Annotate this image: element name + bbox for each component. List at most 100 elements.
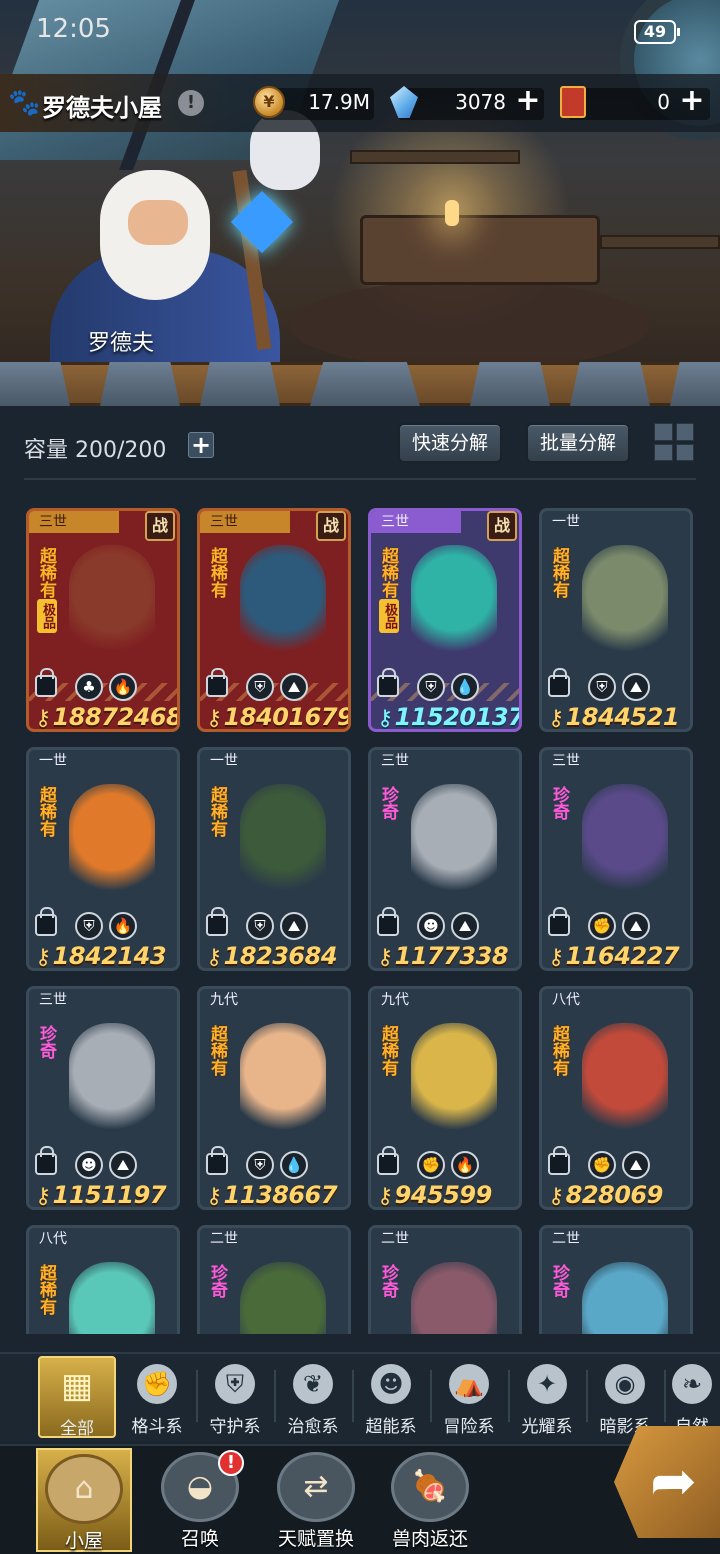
alien-icon: ☻ (371, 1364, 411, 1404)
tab-shadow[interactable]: ◉ 暗影系 (586, 1356, 664, 1438)
monster-card[interactable]: 三世 珍奇 ✊ ⛰ ⚷1164227 (539, 747, 693, 971)
tab-guardian[interactable]: ⛨ 守护系 (196, 1356, 274, 1438)
rarity-label: 超稀有 (378, 1025, 398, 1076)
swap-icon: ⇄ (277, 1452, 355, 1522)
nav-label: 兽肉返还 (391, 1528, 468, 1550)
grid-view-icon[interactable] (654, 423, 694, 461)
key-icon: ⚷ (377, 706, 393, 731)
lock-icon[interactable] (377, 907, 399, 936)
generation-badge: 二世 (210, 1231, 238, 1247)
class-icon: ⛨ (588, 673, 616, 701)
power-number: 828069 (565, 1181, 664, 1209)
monster-card[interactable]: 三世战超稀有 极品 ♣ 🔥 ⚷18872468 (26, 508, 180, 732)
monster-portrait (411, 545, 497, 665)
npc-name: 罗德夫 (88, 331, 155, 356)
power-value: ⚷1177338 (377, 942, 509, 970)
monster-card[interactable]: 八代 超稀有 ✊ ⛰ ⚷828069 (539, 986, 693, 1210)
monster-card[interactable]: 三世 珍奇 ☻ ⛰ ⚷1177338 (368, 747, 522, 971)
monster-card[interactable]: 三世 珍奇 ☻ ⛰ ⚷1151197 (26, 986, 180, 1210)
nav-talent-swap[interactable]: ⇄ 天赋置换 (268, 1448, 364, 1552)
monster-card[interactable]: 九代 超稀有 ✊ 🔥 ⚷945599 (368, 986, 522, 1210)
monster-card[interactable]: 二世 珍奇 (539, 1225, 693, 1334)
add-crystal-button[interactable]: + (514, 86, 542, 116)
monster-card[interactable]: 一世 超稀有 ⛨ 🔥 ⚷1842143 (26, 747, 180, 971)
lock-icon[interactable] (206, 1146, 228, 1175)
lock-icon[interactable] (206, 907, 228, 936)
element-icon: 💧 (280, 1151, 308, 1179)
element-icon: 🔥 (109, 673, 137, 701)
shelf-illustration (600, 235, 720, 249)
generation-badge: 八代 (39, 1231, 67, 1247)
rarity-label: 超稀有 (207, 547, 227, 598)
monster-card[interactable]: 八代 超稀有 (26, 1225, 180, 1334)
lock-icon[interactable] (548, 1146, 570, 1175)
monster-card[interactable]: 二世 珍奇 (197, 1225, 351, 1334)
key-icon: ⚷ (548, 706, 564, 731)
lock-icon[interactable] (35, 907, 57, 936)
monster-card[interactable]: 三世战超稀有 极品 ⛨ 💧 ⚷11520137 (368, 508, 522, 732)
power-value: ⚷1823684 (206, 942, 338, 968)
lock-icon[interactable] (35, 1146, 57, 1175)
tab-fighting[interactable]: ✊ 格斗系 (118, 1356, 196, 1438)
monster-portrait (411, 1023, 497, 1143)
rarity-label: 超稀有 (207, 1025, 227, 1076)
key-icon: ⚷ (548, 945, 564, 970)
power-number: 1151197 (52, 1181, 167, 1209)
lock-icon[interactable] (206, 668, 228, 697)
coin-icon: ¥ (253, 86, 285, 118)
monster-card[interactable]: 二世 珍奇 (368, 1225, 522, 1334)
tab-label: 守护系 (209, 1417, 261, 1437)
monster-card[interactable]: 三世战超稀有 ⛨ ⛰ ⚷18401679 (197, 508, 351, 732)
monster-card[interactable]: 一世 超稀有 ⛨ ⛰ ⚷1844521 (539, 508, 693, 732)
monster-card[interactable]: 一世 超稀有 ⛨ ⛰ ⚷1823684 (197, 747, 351, 971)
class-icon: ⛨ (417, 673, 445, 701)
status-time: 12:05 (36, 14, 111, 44)
tab-nature[interactable]: ❧ 自然 (664, 1356, 720, 1438)
tab-radiant[interactable]: ✦ 光耀系 (508, 1356, 586, 1438)
tab-psychic[interactable]: ☻ 超能系 (352, 1356, 430, 1438)
power-value: ⚷828069 (548, 1181, 664, 1209)
tab-adventure[interactable]: ⛺ 冒险系 (430, 1356, 508, 1438)
candle-illustration (445, 200, 459, 226)
element-icon: ⛰ (622, 673, 650, 701)
monster-portrait (240, 1023, 326, 1143)
monster-portrait (69, 1023, 155, 1143)
element-icon: 💧 (451, 673, 479, 701)
all-icon: ▦ (60, 1366, 94, 1406)
coin-amount: 17.9M (308, 90, 370, 114)
adventure-icon: ⛺ (449, 1364, 489, 1404)
generation-badge: 二世 (381, 1231, 409, 1247)
power-value: ⚷1842143 (35, 942, 167, 968)
generation-badge: 一世 (39, 753, 67, 769)
nav-cabin[interactable]: ⌂ 小屋 (36, 1448, 132, 1552)
tab-label: 全部 (60, 1419, 94, 1439)
add-ticket-button[interactable]: + (678, 86, 706, 116)
lock-icon[interactable] (377, 668, 399, 697)
shelf-illustration (350, 150, 520, 164)
lock-icon[interactable] (35, 668, 57, 697)
nav-label: 天赋置换 (277, 1528, 354, 1550)
power-number: 945599 (394, 1181, 493, 1209)
batch-decompose-button[interactable]: 批量分解 (526, 423, 631, 463)
key-icon: ⚷ (377, 945, 393, 970)
class-icon: ✊ (588, 1151, 616, 1179)
tab-healing[interactable]: ❦ 治愈系 (274, 1356, 352, 1438)
extreme-quality-badge: 极品 (37, 599, 57, 633)
nav-label: 召唤 (180, 1528, 219, 1550)
battery-icon: 49 (634, 20, 680, 44)
lock-icon[interactable] (548, 907, 570, 936)
tab-label: 超能系 (365, 1417, 417, 1437)
power-value: ⚷1844521 (548, 703, 680, 731)
monster-card[interactable]: 九代 超稀有 ⛨ 💧 ⚷1138667 (197, 986, 351, 1210)
info-icon[interactable]: ! (178, 90, 204, 116)
in-battle-badge: 战 (487, 511, 517, 541)
power-number: 1164227 (565, 942, 680, 970)
rug-illustration (290, 280, 650, 370)
quick-decompose-button[interactable]: 快速分解 (398, 423, 503, 463)
lock-icon[interactable] (377, 1146, 399, 1175)
in-battle-badge: 战 (316, 511, 346, 541)
nav-meat-refund[interactable]: 🍖 兽肉返还 (382, 1448, 478, 1552)
lock-icon[interactable] (548, 668, 570, 697)
tab-all[interactable]: ▦ 全部 (38, 1356, 116, 1439)
expand-capacity-button[interactable]: + (188, 432, 214, 458)
